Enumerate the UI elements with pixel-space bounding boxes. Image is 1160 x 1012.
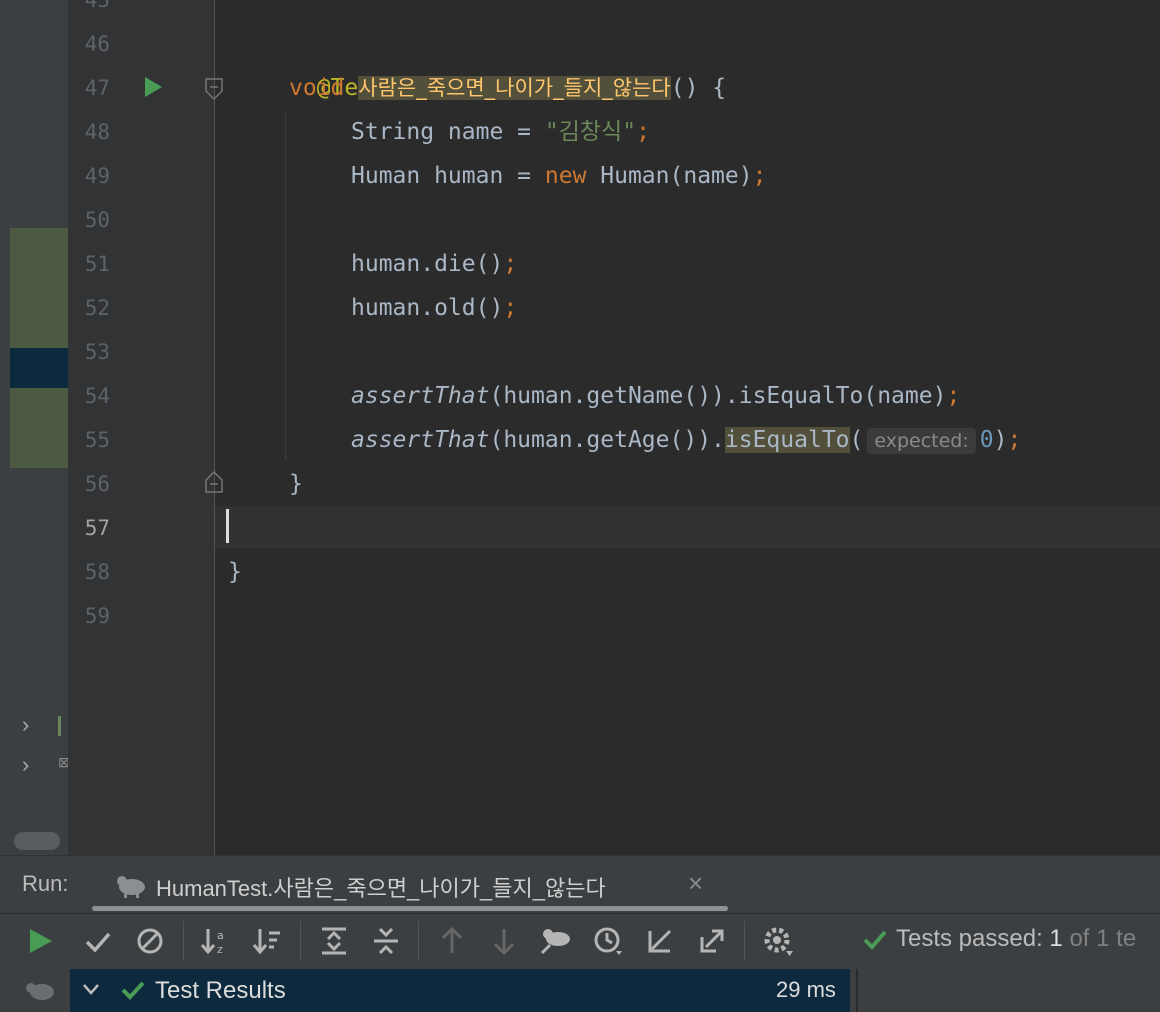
semicolon: ; xyxy=(752,163,767,189)
code-text: ) xyxy=(993,427,1008,453)
stop-icon[interactable] xyxy=(132,923,168,959)
down-arrow-icon[interactable] xyxy=(486,923,522,959)
scrollbar-thumb[interactable] xyxy=(14,832,60,850)
tests-status-prefix: Tests passed: xyxy=(896,925,1050,952)
expand-all-icon[interactable] xyxy=(316,923,352,959)
line-number: 54 xyxy=(84,384,110,408)
semicolon: ; xyxy=(636,119,650,145)
export-icon[interactable] xyxy=(694,923,730,959)
close-tab-icon[interactable]: × xyxy=(688,868,703,899)
line-number: 50 xyxy=(84,208,110,232)
code-text: Human(name) xyxy=(586,163,753,189)
chevron-right-icon[interactable]: › xyxy=(22,752,29,778)
sort-alpha-icon[interactable]: az xyxy=(198,923,234,959)
line-number: 47 xyxy=(84,76,110,100)
tests-status-total: of 1 te xyxy=(1062,925,1137,952)
indent-guide xyxy=(285,110,286,460)
tests-status: Tests passed: 1 of 1 te xyxy=(896,925,1136,953)
code-text: (human.getName()).isEqualTo(name) xyxy=(489,383,947,409)
chevron-down-icon[interactable] xyxy=(82,982,100,996)
line-number: 45 xyxy=(84,0,110,12)
chevron-right-icon[interactable]: › xyxy=(22,712,29,738)
line-number: 53 xyxy=(84,340,110,364)
code-text: () { xyxy=(670,75,727,101)
toolbar-separator xyxy=(744,921,745,961)
sort-duration-icon[interactable] xyxy=(250,923,286,959)
rerun-icon[interactable] xyxy=(22,976,56,1006)
run-test-icon[interactable] xyxy=(143,76,163,98)
svg-text:a: a xyxy=(217,929,224,942)
line-number: 59 xyxy=(84,604,110,628)
text-caret xyxy=(226,509,229,543)
semicolon: ; xyxy=(946,383,961,409)
code-line-47: void 사람은_죽으면_나이가_들지_않는다() { xyxy=(289,66,726,110)
code-text: human.old() xyxy=(351,295,504,321)
check-icon[interactable] xyxy=(80,923,116,959)
tree-marker xyxy=(58,716,61,736)
settings-icon[interactable] xyxy=(760,923,796,959)
string-literal: "김창식" xyxy=(544,119,637,145)
line-number: 49 xyxy=(84,164,110,188)
panel-splitter[interactable] xyxy=(856,969,858,1012)
line-number-current: 57 xyxy=(84,516,110,540)
vcs-change-marker xyxy=(10,228,68,348)
run-tab-title[interactable]: HumanTest.사람은_죽으면_나이가_들지_않는다 xyxy=(156,871,606,903)
line-number: 46 xyxy=(84,32,110,56)
toolbar-separator xyxy=(418,921,419,961)
history-icon[interactable] xyxy=(590,923,626,959)
code-line-58: } xyxy=(228,559,242,585)
rerun-failed-icon[interactable] xyxy=(538,923,574,959)
code-line-55: assertThat(human.getAge()).isEqualTo(exp… xyxy=(351,418,1021,463)
current-line-highlight xyxy=(215,506,1160,548)
keyword: new xyxy=(544,163,587,189)
passed-check-icon xyxy=(121,981,145,1000)
static-call: assertThat xyxy=(351,427,490,453)
tool-window-strip xyxy=(0,0,10,855)
code-text: human.die() xyxy=(351,251,504,277)
run-label: Run: xyxy=(22,871,69,896)
test-tab-icon xyxy=(117,876,145,898)
parameter-hint: expected: xyxy=(867,428,976,454)
semicolon: ; xyxy=(503,251,518,277)
tab-active-indicator xyxy=(92,906,728,911)
test-results-time: 29 ms xyxy=(776,977,836,1002)
code-line-54: assertThat(human.getName()).isEqualTo(na… xyxy=(351,374,960,418)
number-literal: 0 xyxy=(979,427,994,453)
code-line-52: human.old(); xyxy=(351,286,517,330)
toolbar-separator xyxy=(183,921,184,961)
method-name[interactable]: 사람은_죽으면_나이가_들지_않는다 xyxy=(358,76,671,100)
code-text: Human human = xyxy=(351,163,545,189)
line-number: 58 xyxy=(84,560,110,584)
run-icon[interactable] xyxy=(22,923,58,959)
test-results-label: Test Results xyxy=(155,977,286,1004)
line-number: 51 xyxy=(84,252,110,276)
code-line-56: } xyxy=(289,471,303,497)
keyword: void xyxy=(289,75,345,101)
code-text: (human.getAge()). xyxy=(489,427,725,453)
fold-icon[interactable] xyxy=(204,77,224,101)
code-line-49: Human human = new Human(name); xyxy=(351,154,766,198)
up-arrow-icon[interactable] xyxy=(434,923,470,959)
semicolon: ; xyxy=(503,295,518,321)
line-number: 55 xyxy=(84,428,110,452)
unfold-icon[interactable] xyxy=(204,470,224,494)
toolbar-separator xyxy=(300,921,301,961)
collapse-all-icon[interactable] xyxy=(368,923,404,959)
highlighted-call: isEqualTo xyxy=(724,427,850,453)
semicolon: ; xyxy=(1007,427,1022,453)
line-number: 52 xyxy=(84,296,110,320)
line-number: 48 xyxy=(84,120,110,144)
selected-line-marker xyxy=(10,348,68,388)
static-call: assertThat xyxy=(351,383,490,409)
code-text: String name = xyxy=(351,119,545,145)
code-line-48: String name = "김창식"; xyxy=(351,110,650,154)
import-icon[interactable] xyxy=(642,923,678,959)
svg-text:z: z xyxy=(217,943,223,956)
passed-check-icon xyxy=(863,930,887,950)
tests-status-count: 1 xyxy=(1049,925,1063,952)
code-text: ( xyxy=(849,427,864,453)
code-line-51: human.die(); xyxy=(351,242,517,286)
vcs-change-marker xyxy=(10,388,68,468)
line-number: 56 xyxy=(84,472,110,496)
